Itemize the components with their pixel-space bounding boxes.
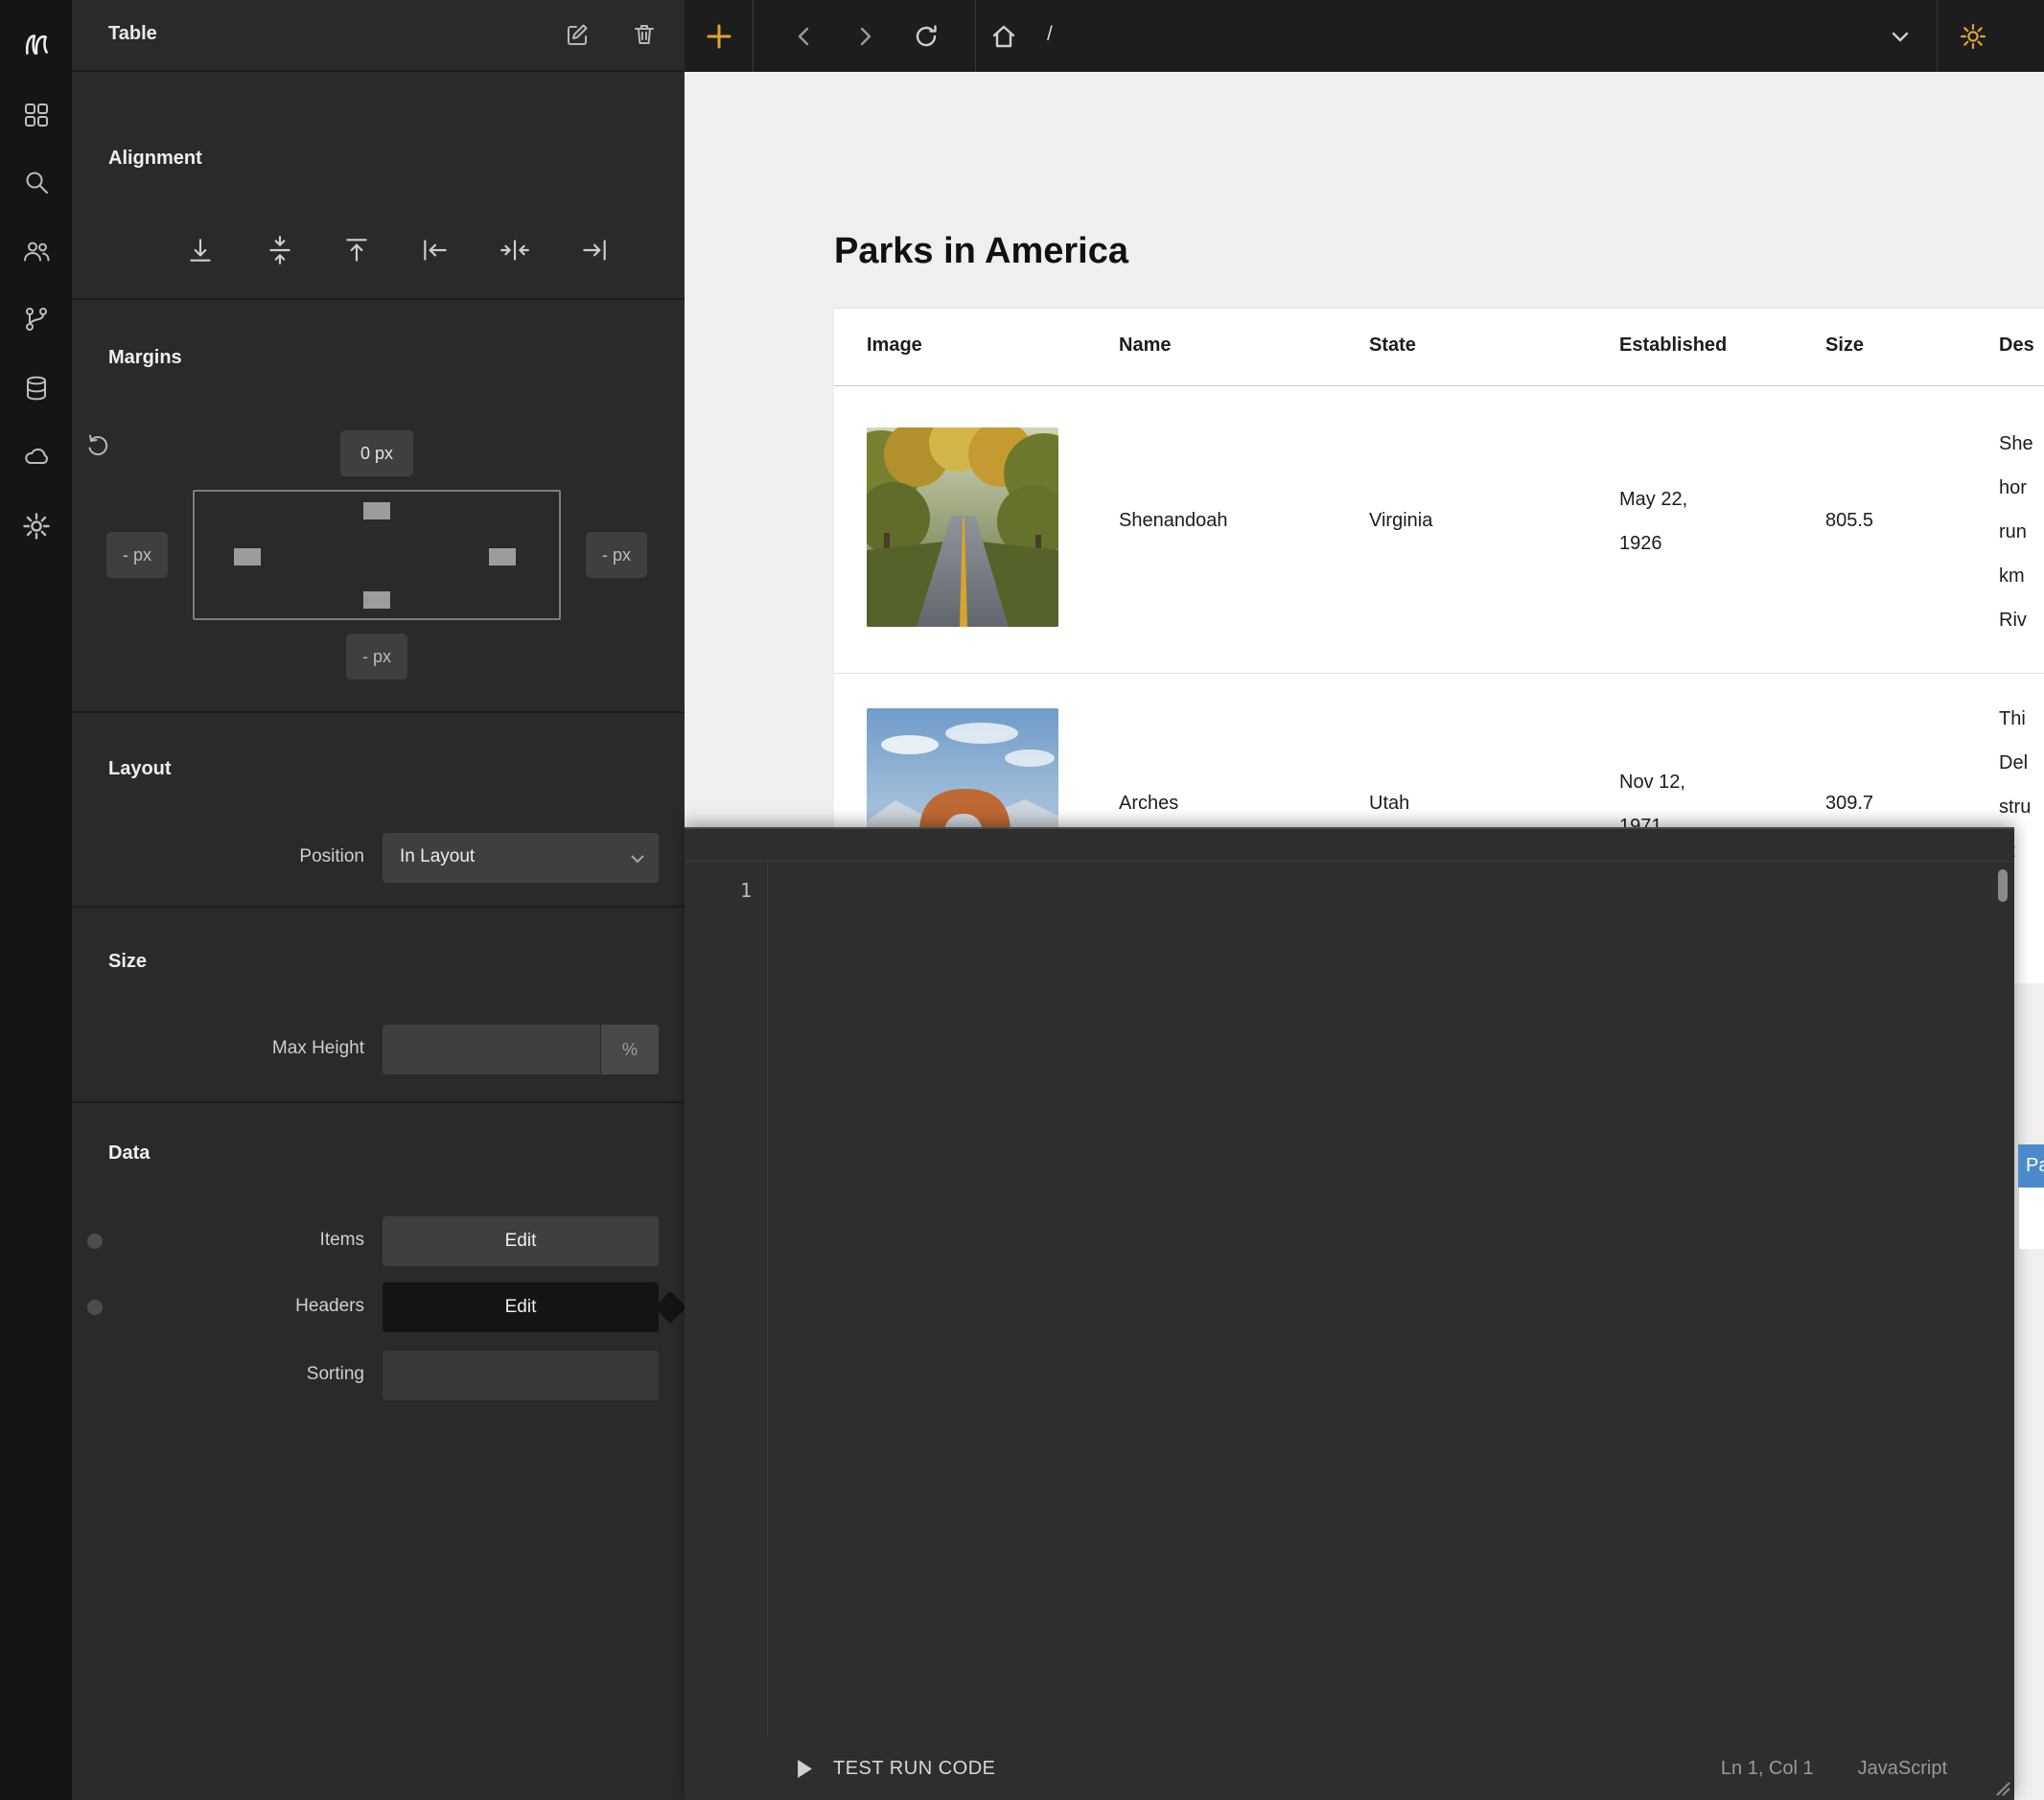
users-icon[interactable] [19, 234, 54, 268]
code-editor-popover: 1 TEST RUN CODE Ln 1, Col 1 JavaScript [685, 827, 2014, 1800]
cell-established: May 22, 1926 [1619, 477, 1730, 565]
cell-name: Shenandoah [1119, 510, 1227, 532]
max-height-input[interactable] [383, 1025, 600, 1074]
items-connection-dot[interactable] [87, 1234, 103, 1249]
col-header-description[interactable]: Des [1999, 335, 2034, 357]
cell-size: 805.5 [1825, 510, 1873, 532]
description-fragment: Riv [1999, 598, 2033, 642]
col-header-image[interactable]: Image [867, 335, 922, 357]
edit-component-icon[interactable] [564, 21, 591, 53]
cell-description: She hor run km Riv [1999, 422, 2033, 642]
margin-right-field[interactable]: - px [586, 532, 647, 578]
description-fragment: Del [1999, 741, 2031, 785]
margin-bottom-field[interactable]: - px [346, 634, 407, 680]
test-run-button[interactable]: TEST RUN CODE [798, 1758, 995, 1780]
editor-statusbar: TEST RUN CODE Ln 1, Col 1 JavaScript [685, 1736, 2014, 1800]
nav-back-icon[interactable] [787, 19, 822, 54]
description-fragment: She [1999, 422, 2033, 466]
icon-rail [0, 0, 72, 1800]
align-horizontal-center-icon[interactable] [499, 235, 530, 265]
search-icon[interactable] [19, 165, 54, 199]
margin-left-field[interactable]: - px [106, 532, 168, 578]
description-fragment: stru [1999, 785, 2031, 829]
margins-section-label: Margins [108, 347, 182, 369]
align-top-icon[interactable] [341, 235, 372, 265]
app-root: Table Alignment [0, 0, 2044, 1800]
position-label: Position [115, 846, 364, 867]
items-edit-button[interactable]: Edit [383, 1216, 659, 1266]
margin-left-handle[interactable] [234, 548, 261, 565]
resize-grip-icon[interactable] [1991, 1777, 2010, 1796]
nav-forward-icon[interactable] [848, 19, 882, 54]
col-header-state[interactable]: State [1369, 335, 1416, 357]
description-fragment: Thi [1999, 697, 2031, 741]
position-select-value: In Layout [400, 846, 475, 867]
chevron-down-icon [630, 852, 645, 869]
test-run-label: TEST RUN CODE [833, 1758, 995, 1780]
cursor-position: Ln 1, Col 1 [1721, 1758, 1814, 1780]
refresh-icon[interactable] [909, 19, 943, 54]
align-left-icon[interactable] [420, 235, 451, 265]
max-height-label: Max Height [115, 1038, 364, 1059]
line-number: 1 [711, 879, 752, 902]
reset-margins-icon[interactable] [85, 433, 110, 463]
size-section-label: Size [108, 951, 147, 973]
cell-name: Arches [1119, 793, 1178, 815]
home-icon[interactable] [987, 19, 1021, 54]
data-section-label: Data [108, 1142, 150, 1165]
margin-top-handle[interactable] [363, 502, 390, 519]
cell-state: Virginia [1369, 510, 1432, 532]
components-grid-icon[interactable] [19, 98, 54, 132]
margin-right-handle[interactable] [489, 548, 516, 565]
margin-bottom-handle[interactable] [363, 591, 390, 609]
headers-edit-button[interactable]: Edit [383, 1282, 659, 1332]
col-header-name[interactable]: Name [1119, 335, 1171, 357]
preview-settings-gear-icon[interactable] [1956, 19, 1990, 54]
plus-icon[interactable] [702, 19, 736, 54]
align-vertical-center-icon[interactable] [265, 235, 295, 265]
cloud-services-icon[interactable] [19, 439, 54, 473]
preview-toolbar: / [685, 0, 2044, 72]
headers-popover-caret [654, 1291, 686, 1324]
margin-top-field[interactable]: 0 px [340, 430, 413, 476]
delete-component-icon[interactable] [631, 21, 658, 53]
version-branch-icon[interactable] [19, 302, 54, 336]
col-header-size[interactable]: Size [1825, 335, 1864, 357]
editor-language: JavaScript [1858, 1758, 1947, 1780]
max-height-unit[interactable]: % [600, 1025, 659, 1074]
cell-state: Utah [1369, 793, 1409, 815]
right-panel-selected-item[interactable]: Pa [2018, 1144, 2044, 1188]
play-icon [798, 1760, 812, 1778]
page-title: Parks in America [834, 231, 1128, 272]
items-label: Items [115, 1230, 364, 1251]
settings-gear-icon[interactable] [19, 509, 54, 543]
viewport-chevron-down-icon[interactable] [1883, 19, 1917, 54]
inspector-title: Table [108, 23, 157, 45]
headers-label: Headers [115, 1296, 364, 1317]
data-resources-icon[interactable] [19, 371, 54, 405]
description-fragment: run [1999, 510, 2033, 554]
description-fragment: hor [1999, 466, 2033, 510]
route-path[interactable]: / [1047, 23, 1053, 46]
park-photo-shenandoah [867, 427, 1058, 627]
col-header-established[interactable]: Established [1619, 335, 1727, 357]
code-area[interactable] [777, 871, 1986, 1724]
alignment-section-label: Alignment [108, 148, 202, 170]
sorting-field[interactable] [383, 1350, 659, 1400]
right-panel-peek [2018, 1188, 2044, 1249]
inspector-header: Table [72, 0, 685, 72]
cell-size: 309.7 [1825, 793, 1873, 815]
description-fragment: km [1999, 554, 2033, 598]
position-select[interactable]: In Layout [383, 833, 659, 883]
noodl-logo-icon[interactable] [19, 27, 54, 61]
align-right-icon[interactable] [579, 235, 610, 265]
editor-scrollbar-thumb[interactable] [1998, 869, 2008, 902]
add-node-cell[interactable] [685, 0, 754, 72]
align-bottom-icon[interactable] [185, 235, 216, 265]
inspector-panel: Table Alignment [72, 0, 685, 1800]
layout-section-label: Layout [108, 758, 172, 780]
sorting-label: Sorting [115, 1364, 364, 1385]
headers-connection-dot[interactable] [87, 1300, 103, 1315]
